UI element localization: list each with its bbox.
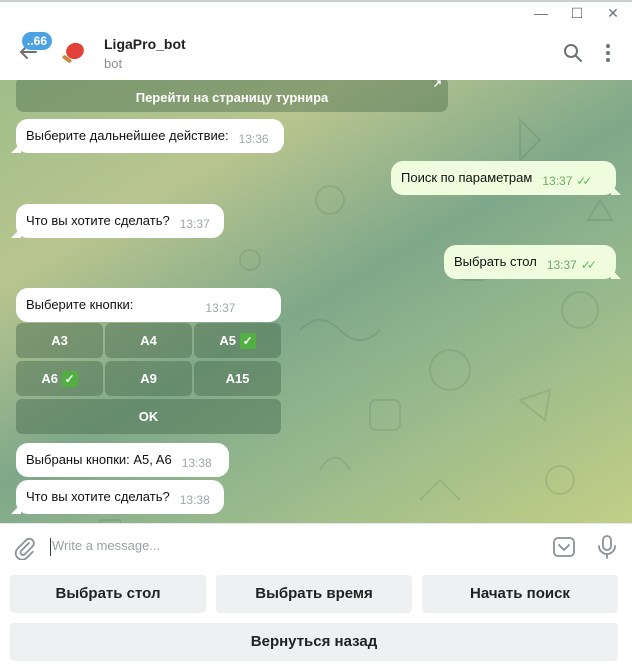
- message-composer: Write a message...: [0, 523, 632, 569]
- choose-table-button[interactable]: Выбрать стол: [10, 575, 206, 613]
- message-text: Выбрать стол: [454, 254, 537, 269]
- message-text: Что вы хотите сделать?: [26, 213, 170, 228]
- message-time: 13:37: [542, 174, 573, 188]
- bot-name[interactable]: LigaPro_bot: [104, 36, 186, 52]
- message-time: 13:37: [205, 301, 236, 315]
- keyboard-button-a3[interactable]: A3: [16, 323, 103, 358]
- button-label: A6: [41, 371, 58, 386]
- chat-header: ..66 LigaPro_bot bot: [0, 28, 632, 80]
- button-label: OK: [138, 409, 159, 424]
- keyboard-button-ok[interactable]: OK: [16, 399, 281, 434]
- tournament-page-label: Перейти на страницу турнира: [135, 90, 329, 105]
- paperclip-icon[interactable]: [12, 536, 36, 560]
- button-label: A9: [140, 371, 157, 386]
- window-edge: [0, 0, 632, 2]
- keyboard-button-a15[interactable]: A15: [194, 361, 281, 396]
- message-bubble: Выбраны кнопки: A5, A6 13:38: [16, 443, 229, 477]
- message-time: 13:37: [546, 258, 577, 272]
- bubble-tail: [11, 143, 21, 153]
- bubble-tail: [11, 504, 21, 514]
- reply-keyboard: Выбрать стол Выбрать время Начать поиск …: [0, 569, 632, 667]
- search-icon[interactable]: [562, 42, 584, 64]
- button-label: A3: [51, 333, 68, 348]
- choose-time-button[interactable]: Выбрать время: [216, 575, 412, 613]
- bubble-tail: [611, 185, 621, 195]
- message-bubble: Что вы хотите сделать? 13:37: [11, 204, 224, 238]
- more-menu-icon[interactable]: [598, 42, 618, 64]
- keyboard-button-a5[interactable]: A5 ✓: [194, 323, 281, 358]
- read-ticks-icon: ✓✓: [580, 258, 597, 272]
- button-label: A5: [219, 333, 236, 348]
- read-ticks-icon: ✓✓: [576, 174, 592, 188]
- keyboard-button-a9[interactable]: A9: [105, 361, 192, 396]
- text-cursor: [50, 538, 51, 556]
- bot-keyboard-icon[interactable]: [552, 535, 576, 559]
- message-text: Что вы хотите сделать?: [26, 489, 170, 504]
- bot-status: bot: [104, 56, 123, 71]
- minimize-button[interactable]: —: [532, 4, 550, 22]
- bot-avatar[interactable]: [58, 40, 86, 68]
- checkmark-icon: ✓: [61, 370, 78, 387]
- button-label: A4: [140, 333, 157, 348]
- message-time: 13:38: [181, 456, 212, 470]
- message-bubble: Выбрать стол 13:37 ✓✓: [444, 245, 621, 279]
- start-search-button[interactable]: Начать поиск: [422, 575, 618, 613]
- message-bubble: Выберите дальнейшее действие: 13:36: [11, 119, 284, 153]
- unread-badge: ..66: [22, 32, 53, 50]
- bubble-tail: [611, 269, 621, 279]
- message-text: Выберите дальнейшее действие:: [26, 128, 229, 143]
- external-link-icon: ↗: [432, 80, 442, 90]
- message-text: Выберите кнопки:: [26, 297, 134, 312]
- chat-history[interactable]: Перейти на страницу турнира ↗ Выберите д…: [0, 80, 632, 523]
- go-back-button[interactable]: Вернуться назад: [10, 623, 618, 661]
- message-time: 13:38: [179, 493, 210, 507]
- message-text: Поиск по параметрам: [401, 170, 533, 185]
- message-bubble: Выберите кнопки: 13:37: [16, 288, 281, 322]
- message-bubble: Поиск по параметрам 13:37 ✓✓: [391, 161, 621, 195]
- bubble-tail: [11, 228, 21, 238]
- microphone-icon[interactable]: [596, 534, 618, 560]
- message-time: 13:36: [238, 132, 269, 146]
- message-input[interactable]: Write a message...: [52, 538, 160, 553]
- tournament-page-button[interactable]: Перейти на страницу турнира ↗: [16, 80, 448, 112]
- message-time: 13:37: [179, 217, 210, 231]
- checkmark-icon: ✓: [239, 332, 256, 349]
- close-button[interactable]: ✕: [604, 4, 622, 22]
- message-bubble: Что вы хотите сделать? 13:38: [11, 480, 224, 514]
- keyboard-button-a4[interactable]: A4: [105, 323, 192, 358]
- maximize-button[interactable]: ☐: [568, 4, 586, 22]
- button-label: A15: [225, 371, 250, 386]
- keyboard-button-a6[interactable]: A6 ✓: [16, 361, 103, 396]
- message-text: Выбраны кнопки: A5, A6: [26, 452, 172, 467]
- window-titlebar: — ☐ ✕: [0, 0, 632, 28]
